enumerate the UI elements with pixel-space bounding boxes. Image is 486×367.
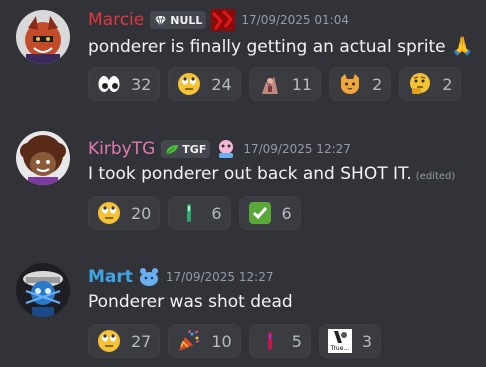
- server-tag[interactable]: NULL: [150, 11, 207, 29]
- avatar[interactable]: [16, 263, 70, 317]
- custom-green-bar-icon: [177, 201, 201, 225]
- folded-hands-emoji: 🙏: [451, 36, 474, 57]
- message-text: Ponderer was shot dead: [88, 292, 293, 312]
- reaction-rolling-eyes[interactable]: 24: [168, 67, 241, 101]
- username[interactable]: Marcie: [88, 10, 144, 30]
- server-tag-label: NULL: [170, 13, 203, 27]
- role-icon: [215, 138, 237, 160]
- gem-icon: [154, 15, 167, 26]
- reaction-bar: 20 6 6: [88, 196, 309, 230]
- leaf-icon: [165, 144, 179, 155]
- message-text: ponderer is finally getting an actual sp…: [88, 37, 446, 57]
- reaction-cat[interactable]: 2: [329, 67, 392, 101]
- message-text: I took ponderer out back and SHOT IT.: [88, 164, 412, 184]
- rolling-eyes-icon: [97, 329, 121, 353]
- reaction-thinking[interactable]: 2: [399, 67, 462, 101]
- rolling-eyes-icon: [177, 72, 201, 96]
- reaction-count: 11: [291, 74, 313, 94]
- check-mark-icon: [248, 201, 272, 225]
- reaction-count: 6: [281, 203, 292, 223]
- reaction-check-mark[interactable]: 6: [238, 196, 301, 230]
- reaction-party-popper[interactable]: 10: [168, 324, 241, 358]
- role-icon: [211, 9, 236, 31]
- edited-label: (edited): [415, 171, 456, 182]
- server-tag[interactable]: TGF: [161, 140, 211, 158]
- rolling-eyes-icon: [97, 201, 121, 225]
- avatar[interactable]: [16, 131, 70, 185]
- true-meme-icon: True...: [327, 329, 352, 353]
- reaction-count: 5: [291, 331, 302, 351]
- reaction-count: 27: [131, 331, 152, 351]
- avatar[interactable]: [16, 10, 70, 64]
- reaction-count: 3: [361, 331, 373, 351]
- reaction-custom-green-bar[interactable]: 6: [168, 196, 231, 230]
- reaction-bar: 32 24 11 2 2: [88, 67, 469, 101]
- true-meme-label: True...: [330, 345, 350, 352]
- timestamp: 17/09/2025 12:27: [165, 270, 274, 284]
- reaction-true-meme[interactable]: True... 3: [318, 324, 382, 358]
- message-content: ponderer is finally getting an actual sp…: [88, 36, 473, 57]
- thinking-icon: [408, 72, 432, 96]
- role-icon: [138, 267, 160, 287]
- message-content: Ponderer was shot dead: [88, 292, 293, 312]
- reaction-bar: 27 10 5 True... 3: [88, 324, 389, 358]
- reaction-custom-sprite[interactable]: 11: [248, 67, 322, 101]
- timestamp: 17/09/2025 01:04: [241, 13, 349, 27]
- reaction-rolling-eyes[interactable]: 20: [88, 196, 161, 230]
- reaction-count: 6: [211, 203, 222, 223]
- username[interactable]: Mart: [88, 267, 133, 287]
- custom-sprite-icon: [258, 72, 282, 96]
- reaction-count: 10: [211, 331, 232, 351]
- reaction-rolling-eyes[interactable]: 27: [88, 324, 161, 358]
- custom-red-bar-icon: [258, 329, 282, 353]
- reaction-count: 32: [131, 74, 152, 94]
- reaction-count: 2: [372, 74, 383, 94]
- reaction-eyes[interactable]: 32: [88, 67, 161, 101]
- cat-icon: [338, 72, 362, 96]
- reaction-count: 24: [211, 74, 232, 94]
- message-content: I took ponderer out back and SHOT IT. (ed…: [88, 164, 455, 184]
- party-popper-icon: [177, 329, 201, 353]
- username[interactable]: KirbyTG: [88, 139, 155, 159]
- reaction-count: 2: [442, 74, 453, 94]
- timestamp: 17/09/2025 12:27: [243, 142, 351, 156]
- reaction-count: 20: [131, 203, 152, 223]
- server-tag-label: TGF: [182, 142, 207, 156]
- reaction-custom-red-bar[interactable]: 5: [248, 324, 311, 358]
- eyes-icon: [97, 72, 121, 96]
